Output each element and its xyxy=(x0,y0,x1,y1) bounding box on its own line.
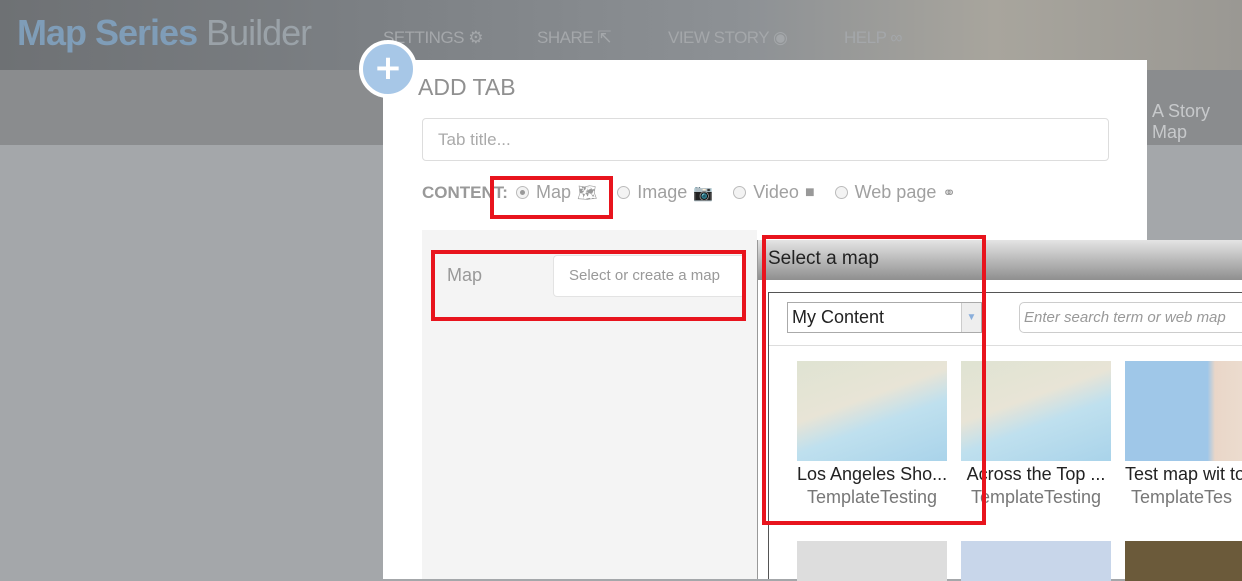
option-web-page[interactable]: Web page ⚭ xyxy=(834,182,956,203)
map-owner: TemplateTes xyxy=(1131,487,1233,507)
binoculars-icon: ∞ xyxy=(890,28,902,47)
map-title: Test map wit to xyxy=(1125,464,1242,484)
option-label: Web page xyxy=(854,182,937,202)
nav-share[interactable]: SHARE ⇱ xyxy=(537,28,612,48)
nav-label: HELP xyxy=(844,28,887,47)
share-icon: ⇱ xyxy=(597,28,612,47)
radio-image[interactable] xyxy=(617,186,631,199)
map-thumbnail[interactable] xyxy=(1125,541,1242,581)
highlight-box xyxy=(431,250,746,321)
map-thumbnail[interactable] xyxy=(797,541,947,581)
video-icon: ■ xyxy=(804,183,815,201)
option-label: Video xyxy=(753,182,799,202)
search-input[interactable]: Enter search term or web map xyxy=(1019,302,1242,333)
modal-title: ADD TAB xyxy=(418,74,516,100)
nav-help[interactable]: HELP ∞ xyxy=(844,28,902,48)
app-title: Map Series Builder xyxy=(17,12,312,54)
gears-icon: ⚙ xyxy=(468,28,483,47)
tab-title-input[interactable]: Tab title... xyxy=(422,118,1109,161)
highlight-box xyxy=(762,235,986,525)
eye-icon: ◉ xyxy=(773,28,788,47)
map-item[interactable]: Test map wit to TemplateTes xyxy=(1125,361,1242,508)
nav-label: VIEW STORY xyxy=(668,28,769,47)
nav-label: SHARE xyxy=(537,28,594,47)
brand-bold: Map Series xyxy=(17,12,198,53)
highlight-box xyxy=(490,176,613,219)
option-video[interactable]: Video ■ xyxy=(733,182,815,203)
map-thumbnail[interactable] xyxy=(1125,361,1242,461)
radio-video[interactable] xyxy=(733,186,747,199)
story-label: A Story Map xyxy=(1152,101,1211,142)
plus-icon: + xyxy=(359,40,417,98)
nav-view-story[interactable]: VIEW STORY ◉ xyxy=(668,28,788,48)
camera-icon: 📷 xyxy=(693,184,714,202)
radio-web-page[interactable] xyxy=(834,186,848,199)
brand-light: Builder xyxy=(206,12,312,53)
map-thumbnail[interactable] xyxy=(961,541,1111,581)
option-image[interactable]: Image 📷 xyxy=(617,182,713,203)
option-label: Image xyxy=(637,182,688,202)
link-icon: ⚭ xyxy=(942,184,956,202)
